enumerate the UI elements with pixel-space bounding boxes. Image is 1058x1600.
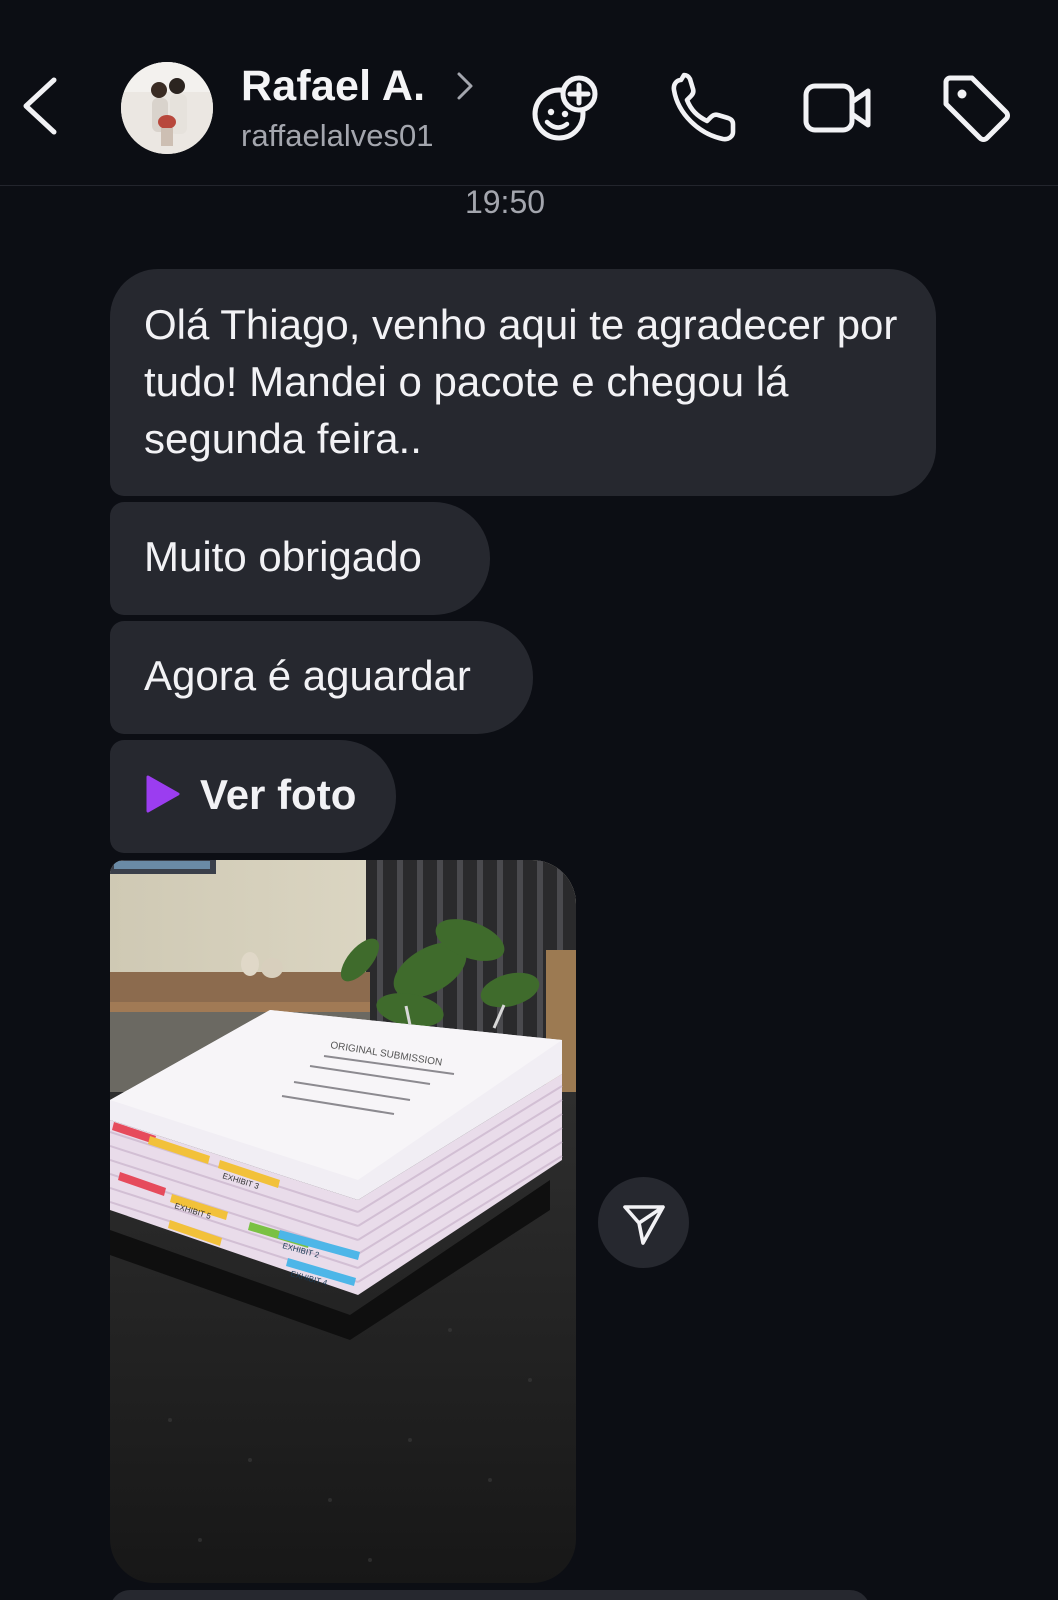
call-button[interactable] — [667, 70, 743, 146]
contact-info[interactable]: Rafael A. raffaelalves01 — [241, 62, 491, 162]
contact-name: Rafael A. — [241, 62, 426, 110]
view-photo-button[interactable]: Ver foto — [110, 740, 396, 853]
photo-message[interactable]: ORIGINAL SUBMISSION EXHIBIT 3 EXHIBIT 5 … — [110, 860, 576, 1583]
send-icon — [623, 1205, 665, 1245]
chat-screen: Rafael A. raffaelalves01 19:50 Olá Thiag… — [0, 0, 1058, 1600]
chevron-right-icon — [457, 72, 473, 100]
message-bubble[interactable]: Olá Thiago, venho aqui te agradecer por … — [110, 269, 936, 496]
message-text: Muito obrigado — [144, 533, 422, 580]
play-icon — [146, 775, 180, 813]
effects-button[interactable] — [527, 70, 603, 146]
message-text: Agora é aguardar — [144, 652, 471, 699]
tag-button[interactable] — [938, 70, 1014, 146]
message-bubble[interactable]: Agora é aguardar — [110, 621, 533, 734]
message-bubble[interactable]: Muito obrigado — [110, 502, 490, 615]
document-stack-photo: ORIGINAL SUBMISSION EXHIBIT 3 EXHIBIT 5 … — [110, 860, 576, 1583]
back-button[interactable] — [18, 76, 66, 136]
chat-header: Rafael A. raffaelalves01 — [0, 0, 1058, 186]
phone-icon — [671, 72, 736, 142]
video-icon — [803, 83, 871, 133]
effects-icon — [532, 75, 598, 141]
contact-username: raffaelalves01 — [241, 118, 434, 153]
tag-icon — [943, 75, 1010, 142]
view-photo-label: Ver foto — [200, 771, 357, 818]
message-timestamp: 19:50 — [464, 184, 546, 220]
video-call-button[interactable] — [800, 70, 876, 146]
avatar-photo — [121, 62, 213, 154]
message-bubble-partial — [110, 1590, 870, 1600]
chevron-left-icon — [23, 77, 57, 135]
share-button[interactable] — [598, 1177, 689, 1268]
avatar[interactable] — [121, 62, 213, 154]
message-text: Olá Thiago, venho aqui te agradecer por … — [144, 301, 898, 462]
